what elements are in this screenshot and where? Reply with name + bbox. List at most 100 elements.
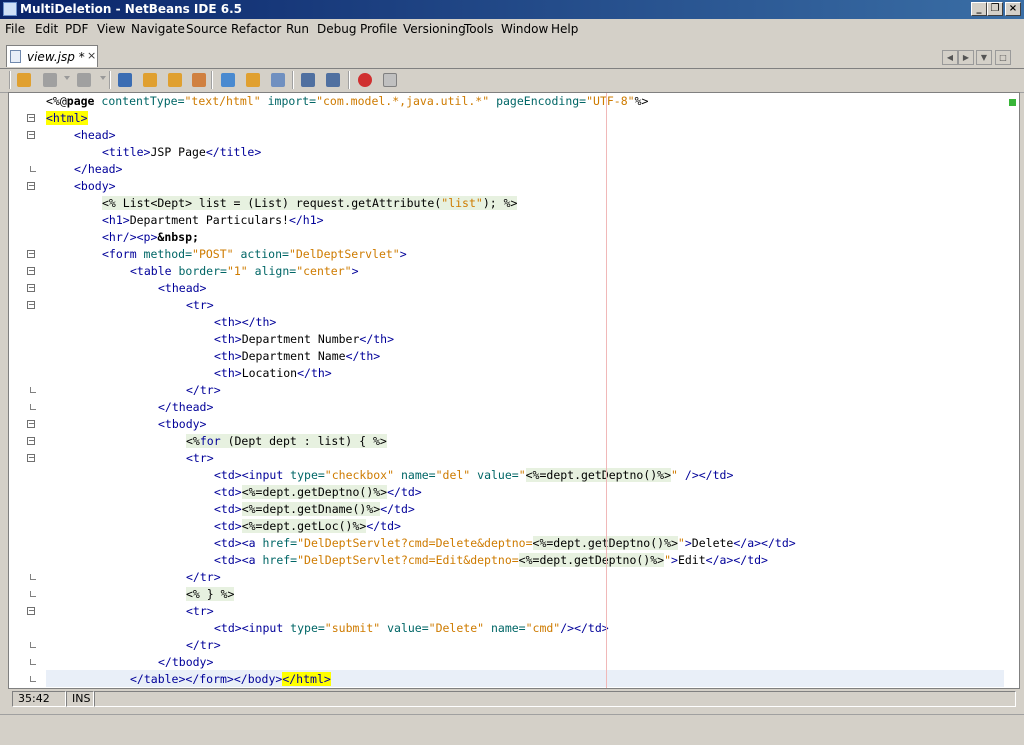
shift-right-icon[interactable] [324,71,342,89]
code-token: ); %> [482,196,518,210]
code-line[interactable]: <h1>Department Particulars!</h1> [102,212,324,229]
forward-history-icon[interactable] [75,71,93,89]
code-line[interactable]: <td><%=dept.getDname()%></td> [214,501,415,518]
code-token: <%=dept.getLoc()%> [241,519,367,533]
caret-position: 35:42 [12,691,66,707]
minimize-button[interactable]: _ [971,2,987,16]
toggle-bookmark-icon[interactable] [269,71,287,89]
code-line[interactable]: <hr/><p>&nbsp; [102,229,199,246]
fold-collapse-icon[interactable]: − [27,131,35,139]
code-line[interactable]: <html> [46,110,88,127]
fold-collapse-icon[interactable]: − [27,607,35,615]
last-edit-icon[interactable] [41,71,59,89]
code-line[interactable]: <title>JSP Page</title> [102,144,261,161]
menu-help[interactable]: Help [551,22,578,36]
code-line[interactable]: <body> [74,178,116,195]
close-tab-icon[interactable]: × [87,49,96,62]
code-line[interactable]: <%@page contentType="text/html" import="… [46,93,648,110]
code-token: <tbody> [158,417,207,431]
menu-window[interactable]: Window [501,22,548,36]
code-line[interactable]: </head> [74,161,122,178]
code-token: "POST" [192,247,234,261]
dropdown-arrow-icon[interactable] [64,76,70,80]
code-line[interactable]: <th></th> [214,314,276,331]
restore-button[interactable]: ❐ [987,2,1003,16]
code-line[interactable]: <% List<Dept> list = (List) request.getA… [102,195,518,212]
code-token: </th> [297,366,332,380]
code-line[interactable]: <td><a href="DelDeptServlet?cmd=Delete&d… [214,535,796,552]
code-line[interactable]: <thead> [158,280,206,297]
code-line[interactable]: <td><input type="submit" value="Delete" … [214,620,609,637]
show-opened-documents-icon[interactable]: ▼ [976,50,992,65]
previous-bookmark-icon[interactable] [219,71,237,89]
find-selection-icon[interactable] [116,71,134,89]
code-line[interactable]: <td><a href="DelDeptServlet?cmd=Edit&dep… [214,552,768,569]
menu-debug[interactable]: Debug [317,22,356,36]
record-macro-icon[interactable] [356,71,374,89]
code-line[interactable]: <td><%=dept.getDeptno()%></td> [214,484,422,501]
code-token: <%=dept.getDname()%> [241,502,381,516]
menu-navigate[interactable]: Navigate [131,22,185,36]
code-line[interactable]: </thead> [158,399,213,416]
code-line[interactable]: <tbody> [158,416,206,433]
menu-pdf[interactable]: PDF [65,22,88,36]
code-line[interactable]: <td><input type="checkbox" name="del" va… [214,467,733,484]
next-bookmark-icon[interactable] [244,71,262,89]
menu-file[interactable]: File [5,22,25,36]
fold-collapse-icon[interactable]: − [27,250,35,258]
editor-toolbar [0,68,1024,93]
tab-view-jsp[interactable]: view.jsp * × [6,45,98,67]
menu-run[interactable]: Run [286,22,309,36]
scroll-tabs-right-icon[interactable]: ▶ [958,50,974,65]
menu-source[interactable]: Source [186,22,227,36]
code-line[interactable]: <tr> [186,450,214,467]
find-previous-icon[interactable] [141,71,159,89]
stop-macro-icon[interactable] [381,71,399,89]
code-editor[interactable]: − − − − − − − − − − − <%@page contentType="text/ht… [8,92,1020,689]
fold-collapse-icon[interactable]: − [27,454,35,462]
code-line[interactable]: <th>Department Number</th> [214,331,394,348]
fold-collapse-icon[interactable]: − [27,284,35,292]
maximize-window-icon[interactable]: □ [995,50,1011,65]
toggle-highlight-icon[interactable] [190,71,208,89]
code-line[interactable]: <td><%=dept.getLoc()%></td> [214,518,401,535]
code-line[interactable]: <head> [74,127,116,144]
fold-collapse-icon[interactable]: − [27,301,35,309]
code-line[interactable]: </table></form></body></html> [130,671,331,688]
code-token: "Delete" [428,621,485,635]
menu-edit[interactable]: Edit [35,22,58,36]
code-token: </td> [761,536,796,550]
menu-tools[interactable]: Tools [464,22,494,36]
shift-left-icon[interactable] [299,71,317,89]
code-token: > [399,247,407,261]
fold-collapse-icon[interactable]: − [27,420,35,428]
code-line[interactable]: </tbody> [158,654,213,671]
menu-versioning[interactable]: Versioning [403,22,466,36]
code-line[interactable]: </tr> [186,382,221,399]
code-line[interactable]: <th>Location</th> [214,365,332,382]
code-token: </tbody> [158,655,214,669]
code-line[interactable]: <th>Department Name</th> [214,348,380,365]
toolbar-separator [348,71,350,89]
fold-collapse-icon[interactable]: − [27,114,35,122]
status-bar: 35:42 INS [8,690,1020,708]
close-button[interactable]: × [1005,2,1021,16]
code-line[interactable]: <tr> [186,297,214,314]
back-history-icon[interactable] [15,71,33,89]
code-line[interactable]: </tr> [186,637,221,654]
find-next-icon[interactable] [166,71,184,89]
scroll-tabs-left-icon[interactable]: ◀ [942,50,958,65]
fold-collapse-icon[interactable]: − [27,267,35,275]
menu-view[interactable]: View [97,22,125,36]
code-line[interactable]: <tr> [186,603,214,620]
code-line[interactable]: <table border="1" align="center"> [130,263,359,280]
menu-refactor[interactable]: Refactor [231,22,281,36]
code-line[interactable]: <% } %> [186,586,235,603]
code-line[interactable]: </tr> [186,569,221,586]
fold-collapse-icon[interactable]: − [27,437,35,445]
dropdown-arrow-icon[interactable] [100,76,106,80]
fold-collapse-icon[interactable]: − [27,182,35,190]
code-line[interactable]: <form method="POST" action="DelDeptServl… [102,246,407,263]
code-line[interactable]: <%for (Dept dept : list) { %> [186,433,387,450]
menu-profile[interactable]: Profile [360,22,397,36]
